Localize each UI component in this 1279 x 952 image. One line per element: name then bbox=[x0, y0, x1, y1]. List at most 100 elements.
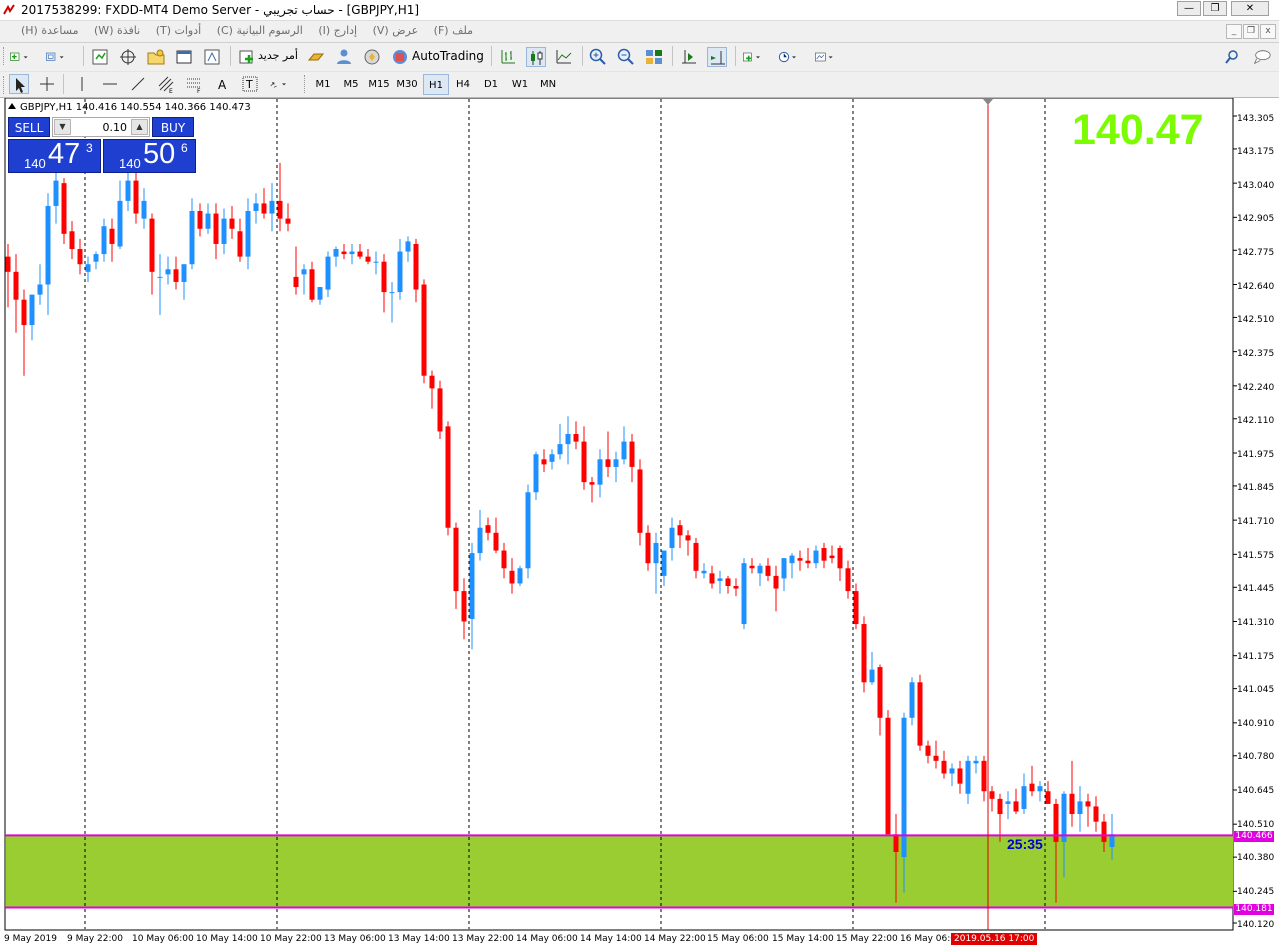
menu-help[interactable]: مساعدة (H) bbox=[15, 21, 85, 37]
price-tick: 142.375 bbox=[1237, 349, 1275, 359]
timeframe-m30[interactable]: M30 bbox=[394, 74, 420, 95]
auto-scroll-button[interactable] bbox=[707, 47, 727, 67]
terminal-button[interactable] bbox=[174, 47, 194, 67]
menu-insert[interactable]: إدارج (I) bbox=[312, 21, 363, 37]
strategy-tester-button[interactable] bbox=[202, 47, 222, 67]
candle-bear bbox=[445, 426, 451, 528]
horizontal-line-button[interactable] bbox=[100, 74, 120, 94]
zoom-in-button[interactable] bbox=[588, 47, 608, 67]
bar-chart-icon bbox=[501, 50, 515, 64]
sell-price-box[interactable]: 140 47 3 bbox=[8, 138, 101, 173]
drawing-toolbar: E F A T M1 M5 M15 M30 H1 H4 D1 W1 MN bbox=[0, 72, 1279, 98]
menu-window[interactable]: نافذة (W) bbox=[88, 21, 146, 37]
toolbar-separator bbox=[735, 46, 736, 66]
trendline-button[interactable] bbox=[128, 74, 148, 94]
lot-size-input[interactable] bbox=[73, 119, 127, 135]
timeframe-w1[interactable]: W1 bbox=[507, 74, 533, 95]
new-order-button[interactable]: أمر جديد bbox=[237, 47, 299, 67]
mdi-close-button[interactable]: x bbox=[1260, 24, 1276, 39]
lot-increase-button[interactable]: ▲ bbox=[131, 119, 148, 135]
timeframe-d1[interactable]: D1 bbox=[478, 74, 504, 95]
mdi-restore-button[interactable]: ❐ bbox=[1243, 24, 1259, 39]
fibonacci-button[interactable]: F bbox=[184, 74, 204, 94]
chart-shift-button[interactable] bbox=[679, 47, 699, 67]
candlestick-chart[interactable] bbox=[0, 98, 1279, 952]
candle-bull bbox=[517, 568, 523, 584]
price-tick: 141.045 bbox=[1237, 685, 1275, 695]
candle-bear bbox=[917, 682, 923, 746]
tile-windows-icon bbox=[646, 50, 662, 64]
lot-decrease-button[interactable]: ▼ bbox=[54, 119, 71, 135]
candle-bull bbox=[165, 269, 171, 275]
menu-view[interactable]: عرض (V) bbox=[367, 21, 425, 37]
zoom-in-icon bbox=[589, 48, 606, 65]
menu-file[interactable]: ملف (F) bbox=[428, 21, 479, 37]
candle-bear bbox=[861, 624, 867, 683]
gold-bars-icon bbox=[307, 53, 325, 61]
vertical-line-button[interactable] bbox=[72, 74, 92, 94]
indicators-button[interactable] bbox=[742, 47, 772, 67]
tile-windows-button[interactable] bbox=[644, 47, 664, 67]
zoom-out-button[interactable] bbox=[616, 47, 636, 67]
chat-button[interactable] bbox=[1252, 47, 1274, 67]
market-watch-button[interactable] bbox=[90, 47, 110, 67]
candle-bull bbox=[53, 180, 59, 206]
candle-bear bbox=[805, 560, 811, 564]
candle-bull bbox=[549, 454, 555, 462]
candle-bear bbox=[1085, 801, 1091, 807]
timeframe-mn[interactable]: MN bbox=[535, 74, 561, 95]
candle-bull bbox=[597, 459, 603, 485]
bar-chart-button[interactable] bbox=[498, 47, 518, 67]
templates-button[interactable] bbox=[814, 47, 844, 67]
text-tool-button[interactable]: A bbox=[212, 74, 232, 94]
autotrading-button[interactable]: AutoTrading bbox=[390, 47, 484, 67]
candle-bear bbox=[541, 459, 547, 465]
toolbar-grip bbox=[3, 76, 7, 94]
window-minimize-button[interactable]: — bbox=[1177, 1, 1201, 16]
profiles-button[interactable] bbox=[45, 47, 75, 67]
market-button[interactable] bbox=[306, 47, 326, 67]
cursor-tool-button[interactable] bbox=[9, 74, 29, 94]
candle-bear bbox=[925, 745, 931, 756]
line-chart-button[interactable] bbox=[554, 47, 574, 67]
buy-button[interactable]: BUY bbox=[152, 117, 194, 137]
sell-button[interactable]: SELL bbox=[8, 117, 50, 137]
candle-bear bbox=[637, 469, 643, 533]
candle-bull bbox=[1005, 801, 1011, 804]
time-tick: 14 May 22:00 bbox=[644, 934, 706, 944]
signals-user-icon bbox=[337, 49, 351, 64]
candle-bear bbox=[501, 550, 507, 569]
menu-charts[interactable]: الرسوم البيانية (C) bbox=[211, 21, 309, 37]
timeframe-h1[interactable]: H1 bbox=[423, 74, 449, 95]
signals-button[interactable] bbox=[334, 47, 354, 67]
data-window-button[interactable] bbox=[118, 47, 138, 67]
timeframe-m1[interactable]: M1 bbox=[310, 74, 336, 95]
candlestick-chart-button[interactable] bbox=[526, 47, 546, 67]
price-tick: 141.575 bbox=[1237, 551, 1275, 561]
candle-bull bbox=[125, 180, 131, 201]
chart-window[interactable]: GBPJPY,H1 140.416 140.554 140.366 140.47… bbox=[0, 98, 1279, 952]
new-chart-button[interactable] bbox=[9, 47, 39, 67]
metaeditor-button[interactable] bbox=[362, 47, 382, 67]
periods-button[interactable] bbox=[778, 47, 808, 67]
mdi-minimize-button[interactable]: _ bbox=[1226, 24, 1242, 39]
window-maximize-button[interactable]: ❐ bbox=[1203, 1, 1227, 16]
crosshair-tool-button[interactable] bbox=[37, 74, 57, 94]
candle-bull bbox=[37, 284, 43, 295]
search-button[interactable] bbox=[1222, 47, 1242, 67]
timeframe-h4[interactable]: H4 bbox=[450, 74, 476, 95]
toolbar-separator bbox=[83, 46, 84, 66]
window-close-button[interactable]: ✕ bbox=[1231, 1, 1269, 16]
candle-bear bbox=[1069, 793, 1075, 815]
buy-price-box[interactable]: 140 50 6 bbox=[103, 138, 196, 173]
candle-bear bbox=[429, 375, 435, 389]
navigator-button[interactable] bbox=[146, 47, 166, 67]
timeframe-m15[interactable]: M15 bbox=[366, 74, 392, 95]
time-tick: 9 May 22:00 bbox=[67, 934, 123, 944]
text-label-button[interactable]: T bbox=[240, 74, 260, 94]
menu-tools[interactable]: أدوات (T) bbox=[150, 21, 208, 37]
timeframe-m5[interactable]: M5 bbox=[338, 74, 364, 95]
equidistant-channel-button[interactable]: E bbox=[156, 74, 176, 94]
arrows-button[interactable] bbox=[268, 74, 298, 94]
maximize-icon: ❐ bbox=[1210, 3, 1220, 14]
